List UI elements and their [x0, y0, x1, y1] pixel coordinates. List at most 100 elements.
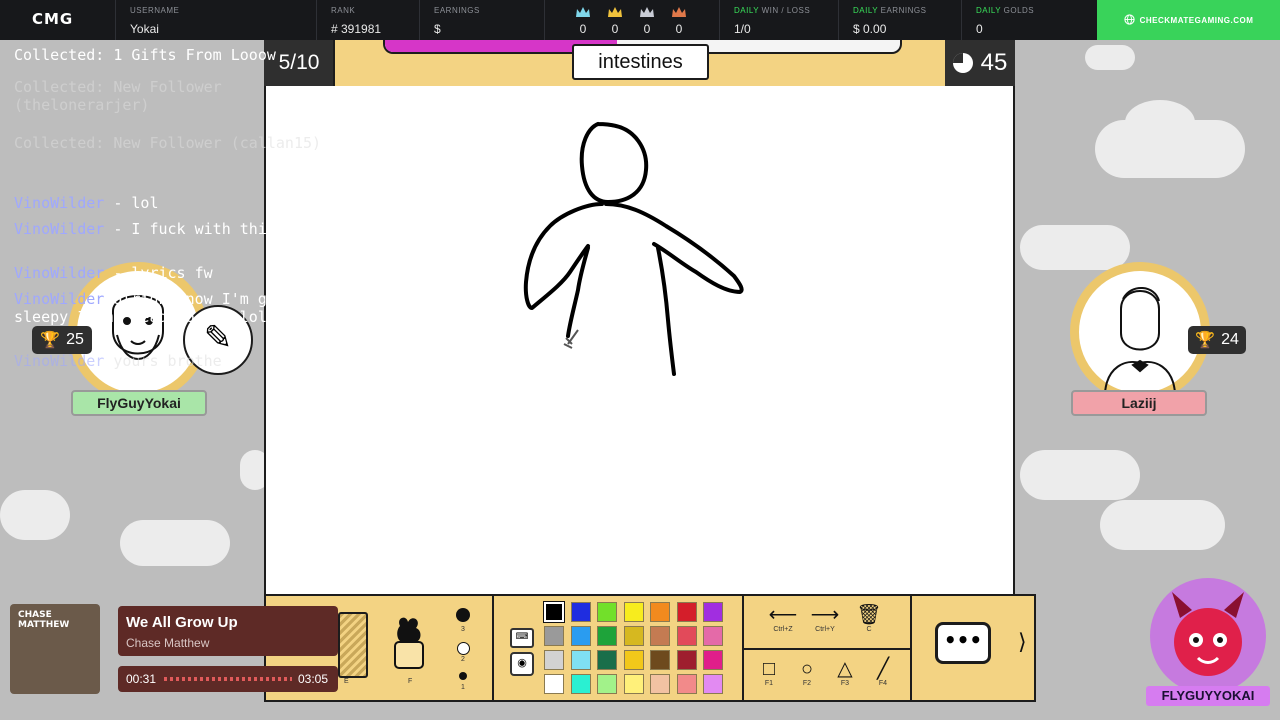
stream-chat-overlay: Collected: 1 Gifts From Looow Collected:… [0, 40, 350, 380]
timer-value: 45 [980, 49, 1008, 76]
color-swatch[interactable] [650, 602, 670, 622]
color-swatch[interactable] [544, 650, 564, 670]
color-swatch[interactable] [570, 602, 591, 622]
brush-size-2[interactable] [457, 642, 470, 655]
brush-size-label: 2 [461, 656, 465, 663]
clock-icon [952, 53, 973, 73]
daily-earnings-cell: DAILY EARNINGS $ 0.00 [838, 0, 961, 40]
clear-button[interactable]: 🗑 C [854, 604, 884, 633]
username-value: Yokai [130, 22, 159, 36]
undo-button[interactable]: ⟵ Ctrl+Z [768, 604, 798, 633]
top-stats-bar: CMG USERNAME Yokai RANK # 391981 EARNING… [0, 0, 1280, 40]
circle-tool[interactable]: ○ F2 [794, 658, 820, 687]
background-cloud [1020, 225, 1130, 270]
line-icon: ╱ [876, 658, 890, 680]
daily-win-loss-label: DAILY WIN / LOSS [734, 6, 811, 15]
chat-line: VinoWilder - I fuck with this too [14, 220, 313, 238]
color-swatch[interactable] [597, 674, 617, 694]
color-swatch[interactable] [703, 650, 723, 670]
color-swatch[interactable] [703, 626, 723, 646]
opacity-slider[interactable] [338, 612, 368, 678]
track-progress: 00:31 03:05 [118, 666, 338, 692]
crown-icon [607, 6, 623, 21]
site-link-button[interactable]: CHECKMATEGAMING.COM [1097, 0, 1280, 40]
username-label: USERNAME [130, 6, 180, 15]
color-swatch[interactable] [570, 674, 591, 694]
background-cloud [0, 490, 70, 540]
redo-button[interactable]: ⟶ Ctrl+Y [810, 604, 840, 633]
brush-size-label: 1 [461, 684, 465, 691]
devil-mascot-icon [1172, 592, 1244, 676]
track-elapsed: 00:31 [126, 672, 157, 686]
color-swatch[interactable] [543, 601, 565, 623]
picker-icon[interactable]: ◉ [510, 652, 534, 676]
cmg-logo: CMG [32, 10, 74, 28]
earnings-value: $ [434, 22, 441, 36]
color-swatch[interactable] [676, 674, 697, 694]
color-swatch[interactable] [597, 650, 617, 670]
drawing-canvas[interactable] [264, 86, 1015, 594]
color-swatch[interactable] [597, 602, 617, 622]
crown-counts: 0 0 0 0 [544, 0, 719, 40]
fill-key: F [408, 678, 413, 685]
track-duration: 03:05 [298, 672, 329, 686]
daily-golds-value: 0 [976, 22, 983, 36]
color-swatch[interactable] [650, 650, 670, 670]
daily-win-loss-value: 1/0 [734, 22, 751, 36]
rank-cell: RANK # 391981 [316, 0, 419, 40]
earnings-label: EARNINGS [434, 6, 480, 15]
color-swatch[interactable] [676, 626, 697, 646]
collapse-toolbar-button[interactable]: ⟩ [1018, 630, 1027, 655]
brush-size-3[interactable] [456, 608, 470, 622]
color-swatch[interactable] [676, 650, 697, 670]
triangle-icon: △ [837, 658, 853, 680]
drawing-toolbar: E F 3 2 1 ⌨ ◉ ⟵ Ctrl+Z ⟶ Ctrl+Y 🗑 C □ F1 ○ F2… [264, 594, 1036, 702]
site-link-label: CHECKMATEGAMING.COM [1139, 15, 1254, 25]
rank-value: # 391981 [331, 22, 382, 36]
chat-line: VinoWilder yours brothe [14, 352, 222, 370]
secret-word: intestines [572, 44, 709, 80]
player-left-name: FlyGuyYokai [71, 390, 207, 416]
color-swatch[interactable] [676, 602, 697, 622]
crown-count: 0 [643, 22, 651, 36]
color-swatch[interactable] [703, 674, 723, 694]
suited-man-icon [1104, 287, 1176, 394]
color-swatch[interactable] [570, 626, 591, 646]
triangle-tool[interactable]: △ F3 [832, 658, 858, 687]
color-swatch[interactable] [623, 626, 644, 646]
line-tool[interactable]: ╱ F4 [870, 658, 896, 687]
album-cover-text: CHASE MATTHEW [18, 610, 70, 630]
chat-line: VinoWilder alright now I'm getting sleep… [14, 290, 322, 326]
crown-icon [671, 6, 687, 21]
username-cell: USERNAME Yokai [115, 0, 316, 40]
streamer-name-tag: FLYGUYYOKAI [1146, 686, 1270, 706]
color-swatch[interactable] [544, 674, 564, 694]
color-swatch[interactable] [650, 626, 670, 646]
paint-bucket-icon[interactable] [392, 614, 426, 672]
circle-icon: ○ [800, 658, 814, 680]
background-cloud [1100, 500, 1225, 550]
brush-size-1[interactable] [459, 672, 467, 680]
color-swatch[interactable] [544, 626, 564, 646]
undo-icon: ⟵ [768, 604, 798, 626]
color-swatch[interactable] [623, 602, 644, 622]
color-swatch[interactable] [623, 674, 644, 694]
keyboard-icon[interactable]: ⌨ [510, 628, 534, 648]
crown-icon [639, 6, 655, 21]
rank-label: RANK [331, 6, 356, 15]
color-swatch[interactable] [650, 674, 670, 694]
drawn-shoulders-stroke [523, 202, 604, 310]
track-progress-bar[interactable] [164, 677, 292, 681]
opacity-key: E [344, 678, 349, 685]
color-swatch[interactable] [597, 626, 617, 646]
background-cloud [120, 520, 230, 566]
chat-button[interactable]: ••• [935, 622, 991, 664]
color-swatch[interactable] [570, 650, 591, 670]
now-playing-widget: CHASE MATTHEW We All Grow Up Chase Matth… [10, 604, 340, 698]
color-swatch[interactable] [703, 602, 723, 622]
drawn-torso-right-stroke [604, 202, 744, 294]
actions-section: ⟵ Ctrl+Z ⟶ Ctrl+Y 🗑 C □ F1 ○ F2 △ F3 ╱ F4 [744, 596, 912, 700]
rectangle-tool[interactable]: □ F1 [756, 658, 782, 687]
color-swatch[interactable] [623, 650, 644, 670]
background-cloud [1085, 45, 1135, 70]
